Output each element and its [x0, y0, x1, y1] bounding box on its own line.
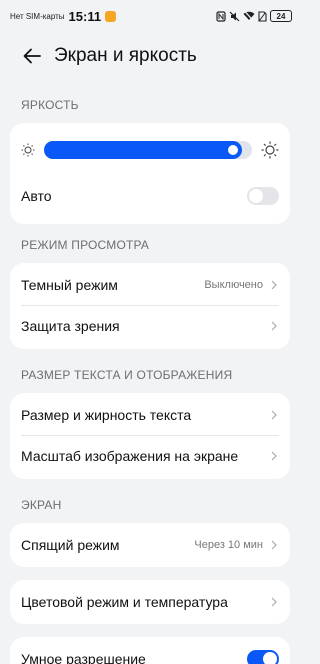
color-mode-label: Цветовой режим и температура: [21, 594, 228, 610]
chevron-right-icon: [269, 278, 279, 292]
brightness-slider-row: [10, 135, 290, 165]
toggle-knob: [263, 652, 277, 664]
chevron-right-icon: [269, 449, 279, 463]
eye-protection-row[interactable]: Защита зрения: [10, 306, 290, 346]
section-view-mode-label: РЕЖИМ ПРОСМОТРА: [21, 238, 150, 252]
page-title: Экран и яркость: [54, 45, 197, 66]
toggle-knob: [249, 189, 263, 203]
sun-high-icon: [261, 141, 279, 159]
auto-brightness-toggle[interactable]: [247, 187, 279, 205]
dark-mode-label: Темный режим: [21, 277, 118, 293]
no-sim-icon: [258, 10, 267, 22]
mute-icon: [229, 11, 240, 21]
brightness-slider[interactable]: [44, 141, 252, 159]
status-left: Нет SIM-карты 15:11: [10, 8, 117, 24]
color-mode-row[interactable]: Цветовой режим и температура: [10, 582, 290, 622]
display-scale-row[interactable]: Масштаб изображения на экране: [10, 436, 290, 476]
display-scale-label: Масштаб изображения на экране: [21, 448, 239, 464]
header: Экран и яркость: [0, 40, 300, 72]
view-mode-card: Темный режим Выключено Защита зрения: [10, 263, 290, 349]
eye-protection-label: Защита зрения: [21, 318, 120, 334]
back-arrow-icon: [23, 48, 41, 64]
status-right: 24: [216, 10, 292, 22]
carrier-label: Нет SIM-карты: [10, 11, 65, 21]
chevron-right-icon: [269, 538, 279, 552]
text-size-row[interactable]: Размер и жирность текста: [10, 395, 290, 435]
color-mode-card: Цветовой режим и температура: [10, 580, 290, 624]
smart-resolution-label: Умное разрешение: [21, 651, 146, 664]
battery-icon: 24: [270, 10, 292, 22]
sleep-card: Спящий режим Через 10 мин: [10, 523, 290, 567]
section-brightness-label: ЯРКОСТЬ: [21, 98, 79, 112]
brightness-slider-thumb[interactable]: [227, 145, 238, 155]
smart-resolution-toggle[interactable]: [247, 650, 279, 664]
chevron-right-icon: [269, 408, 279, 422]
auto-brightness-row[interactable]: Авто: [10, 176, 290, 216]
chevron-right-icon: [269, 319, 279, 333]
brightness-slider-fill: [44, 141, 242, 159]
text-display-card: Размер и жирность текста Масштаб изображ…: [10, 393, 290, 479]
back-button[interactable]: [10, 40, 54, 72]
app-notification-icon: [105, 10, 117, 22]
smart-resolution-row[interactable]: Умное разрешение: [10, 639, 290, 664]
nfc-icon: [216, 10, 226, 22]
dark-mode-value: Выключено: [204, 279, 263, 291]
section-screen-label: ЭКРАН: [21, 498, 62, 512]
section-text-display-label: РАЗМЕР ТЕКСТА И ОТОБРАЖЕНИЯ: [21, 368, 233, 382]
dark-mode-row[interactable]: Темный режим Выключено: [10, 265, 290, 305]
sleep-row[interactable]: Спящий режим Через 10 мин: [10, 525, 290, 565]
brightness-card: Авто: [10, 123, 290, 224]
status-time: 15:11: [68, 8, 102, 24]
sleep-value: Через 10 мин: [194, 539, 263, 551]
chevron-right-icon: [269, 595, 279, 609]
sun-low-icon: [21, 143, 35, 157]
auto-brightness-label: Авто: [21, 188, 52, 204]
wifi-icon: [243, 11, 255, 21]
smart-resolution-card: Умное разрешение: [10, 637, 290, 664]
text-size-label: Размер и жирность текста: [21, 407, 192, 423]
status-bar: Нет SIM-карты 15:11 24: [0, 0, 300, 32]
sleep-label: Спящий режим: [21, 537, 120, 553]
